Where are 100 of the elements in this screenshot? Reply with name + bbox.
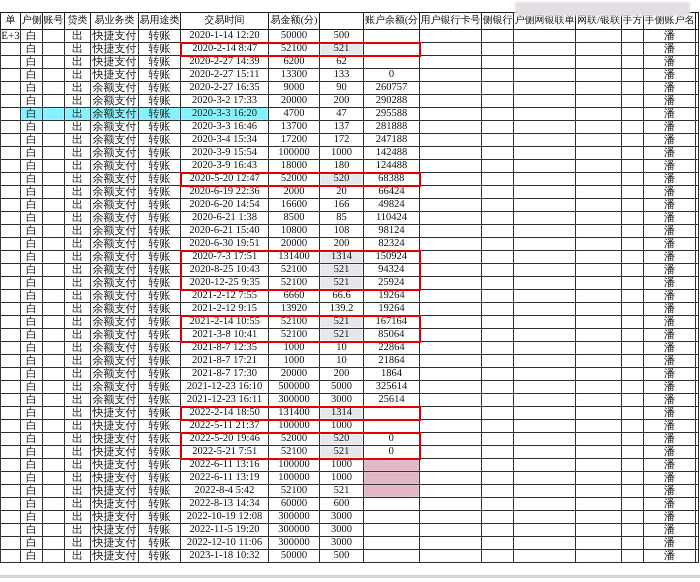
table-cell: 2020-6-19 22:36: [180, 186, 268, 198]
table-cell: 2020-2-14 8:47: [180, 42, 268, 56]
table-cell: 余额支付: [90, 120, 138, 134]
table-cell: 4700: [268, 108, 320, 120]
table-cell: 潘: [644, 510, 696, 524]
table-cell: 52100: [268, 42, 320, 56]
table-cell: 转账: [138, 108, 180, 120]
table-cell: 521: [320, 276, 364, 290]
table-cell: 2020-2-27 16:35: [180, 82, 268, 94]
table-cell: 50000: [268, 550, 320, 562]
table-cell: 出: [64, 380, 90, 394]
table-cell: 2022-11-5 19:20: [180, 524, 268, 536]
table-cell: 1000: [268, 342, 320, 354]
table-cell: 325614: [364, 380, 420, 394]
table-cell: 0: [364, 68, 420, 82]
table-cell: 快捷支付: [90, 406, 138, 420]
table-cell: 转账: [138, 198, 180, 212]
table-cell: 潘: [644, 56, 696, 68]
table-cell: 出: [64, 510, 90, 524]
table-cell: 白: [20, 290, 42, 302]
table-cell: 转账: [138, 446, 180, 458]
table-cell: 白: [20, 524, 42, 536]
table-cell: 68388: [364, 172, 420, 186]
table-cell: 白: [20, 536, 42, 550]
table-cell: 2020-3-9 15:54: [180, 146, 268, 160]
table-cell: 转账: [138, 172, 180, 186]
table-cell: 52100: [268, 264, 320, 276]
table-cell: 白: [20, 198, 42, 212]
table-cell: 2000: [268, 186, 320, 198]
table-cell: 潘: [644, 42, 696, 56]
table-cell: 2022-5-21 7:51: [180, 446, 268, 458]
table-cell: 出: [64, 42, 90, 56]
table-cell: 200: [320, 94, 364, 108]
table-cell: 转账: [138, 42, 180, 56]
table-cell: 白: [20, 394, 42, 406]
table-cell: 出: [64, 30, 90, 42]
table-cell: 白: [20, 56, 42, 68]
table-cell: 潘: [644, 406, 696, 420]
table-cell: 白: [20, 276, 42, 290]
table-cell: 133: [320, 68, 364, 82]
table-cell: 转账: [138, 536, 180, 550]
table-cell: 出: [64, 302, 90, 316]
column-header: 户侧: [20, 12, 42, 30]
table-cell: 108: [320, 224, 364, 238]
table-cell: 521: [320, 264, 364, 276]
table-cell: 出: [64, 82, 90, 94]
table-cell: 白: [20, 82, 42, 94]
column-header: 账号: [42, 12, 64, 30]
table-cell: 2022-10-19 12:08: [180, 510, 268, 524]
table-cell: 2021-2-14 10:55: [180, 316, 268, 328]
table-cell: 余额支付: [90, 316, 138, 328]
table-cell: 快捷支付: [90, 472, 138, 484]
table-cell: 潘: [644, 550, 696, 562]
table-cell: 快捷支付: [90, 510, 138, 524]
table-cell: 20000: [268, 368, 320, 380]
table-cell: 快捷支付: [90, 68, 138, 82]
table-cell: 余额支付: [90, 394, 138, 406]
table-cell: 潘: [644, 108, 696, 120]
table-cell: 余额支付: [90, 108, 138, 120]
table-cell: 潘: [644, 212, 696, 224]
table-cell: 25924: [364, 276, 420, 290]
table-cell: 转账: [138, 406, 180, 420]
table-cell: 10: [320, 354, 364, 368]
table-cell: 100000: [268, 146, 320, 160]
table-cell: 2020-2-27 14:39: [180, 56, 268, 68]
table-cell: 潘: [644, 420, 696, 432]
table-cell: 白: [20, 380, 42, 394]
table-cell: 余额支付: [90, 302, 138, 316]
table-cell: 白: [20, 472, 42, 484]
table-cell: 白: [20, 354, 42, 368]
table-cell: 出: [64, 354, 90, 368]
table-cell: 20000: [268, 94, 320, 108]
table-cell: 转账: [138, 316, 180, 328]
table-cell: 潘: [644, 250, 696, 264]
table-cell: 300000: [268, 536, 320, 550]
table-cell: 白: [20, 30, 42, 42]
table-cell: 6200: [268, 56, 320, 68]
table-cell: 22864: [364, 342, 420, 354]
table-cell: 500000: [268, 380, 320, 394]
table-cell: 出: [64, 68, 90, 82]
table-cell: 白: [20, 510, 42, 524]
table-cell: 转账: [138, 30, 180, 42]
table-cell: 白: [20, 446, 42, 458]
table-cell: 2022-5-20 19:46: [180, 432, 268, 446]
table-cell: 白: [20, 484, 42, 498]
table-cell: 1314: [320, 406, 364, 420]
table-cell: 2020-3-3 16:20: [180, 108, 268, 120]
table-cell: 出: [64, 56, 90, 68]
table-cell: 转账: [138, 342, 180, 354]
table-cell: 快捷支付: [90, 498, 138, 510]
table-cell: 潘: [644, 68, 696, 82]
table-cell: 白: [20, 498, 42, 510]
table-cell: 2021-3-8 10:41: [180, 328, 268, 342]
table-cell: 出: [64, 432, 90, 446]
table-cell: 17200: [268, 134, 320, 146]
table-cell: 白: [20, 68, 42, 82]
table-cell: 白: [20, 550, 42, 562]
table-cell: 潘: [644, 484, 696, 498]
table-cell: 白: [20, 432, 42, 446]
table-cell: 521: [320, 446, 364, 458]
